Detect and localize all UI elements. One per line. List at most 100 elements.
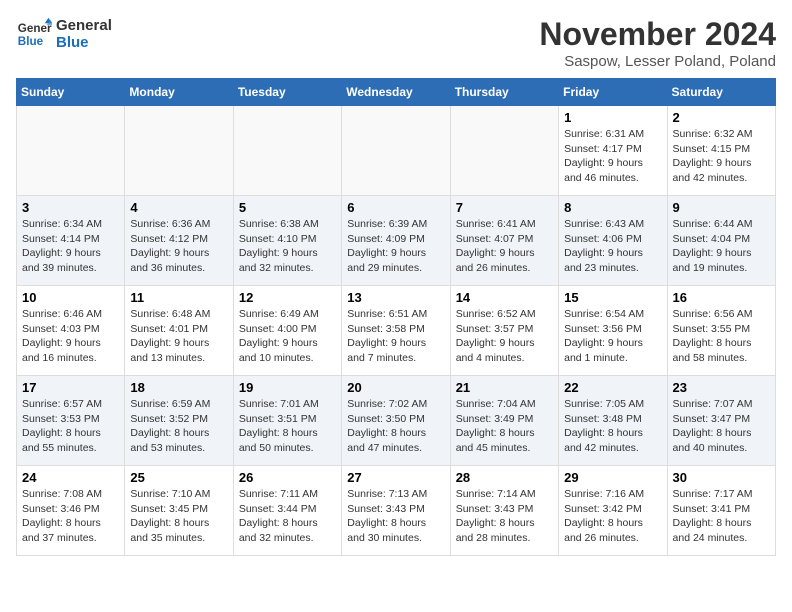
day-number: 25 [130, 470, 227, 485]
calendar-cell: 25 Sunrise: 7:10 AM Sunset: 3:45 PM Dayli… [125, 466, 233, 556]
calendar-cell: 10 Sunrise: 6:46 AM Sunset: 4:03 PM Dayli… [17, 286, 125, 376]
day-number: 2 [673, 110, 770, 125]
weekday-header-sunday: Sunday [17, 79, 125, 106]
weekday-header-thursday: Thursday [450, 79, 558, 106]
day-number: 29 [564, 470, 661, 485]
day-info: Sunrise: 7:16 AM Sunset: 3:42 PM Dayligh… [564, 487, 661, 546]
calendar-cell: 22 Sunrise: 7:05 AM Sunset: 3:48 PM Dayli… [559, 376, 667, 466]
day-number: 4 [130, 200, 227, 215]
calendar-cell: 20 Sunrise: 7:02 AM Sunset: 3:50 PM Dayli… [342, 376, 450, 466]
svg-text:Blue: Blue [18, 35, 44, 48]
day-info: Sunrise: 6:46 AM Sunset: 4:03 PM Dayligh… [22, 307, 119, 366]
day-info: Sunrise: 6:34 AM Sunset: 4:14 PM Dayligh… [22, 217, 119, 276]
logo-general: General [56, 17, 112, 34]
day-info: Sunrise: 6:56 AM Sunset: 3:55 PM Dayligh… [673, 307, 770, 366]
calendar-cell: 5Sunrise: 6:38 AM Sunset: 4:10 PM Daylig… [233, 196, 341, 286]
calendar-cell [342, 106, 450, 196]
calendar-cell: 14Sunrise: 6:52 AM Sunset: 3:57 PM Dayli… [450, 286, 558, 376]
calendar-cell: 26 Sunrise: 7:11 AM Sunset: 3:44 PM Dayli… [233, 466, 341, 556]
day-number: 26 [239, 470, 336, 485]
day-number: 17 [22, 380, 119, 395]
day-info: Sunrise: 7:13 AM Sunset: 3:43 PM Dayligh… [347, 487, 444, 546]
month-title: November 2024 [539, 16, 776, 53]
calendar-header-row: SundayMondayTuesdayWednesdayThursdayFrid… [17, 79, 776, 106]
day-info: Sunrise: 7:07 AM Sunset: 3:47 PM Dayligh… [673, 397, 770, 456]
week-row-5: 24 Sunrise: 7:08 AM Sunset: 3:46 PM Dayli… [17, 466, 776, 556]
day-number: 1 [564, 110, 661, 125]
day-number: 19 [239, 380, 336, 395]
calendar-cell: 28 Sunrise: 7:14 AM Sunset: 3:43 PM Dayli… [450, 466, 558, 556]
day-number: 16 [673, 290, 770, 305]
svg-text:General: General [18, 22, 52, 35]
day-number: 5 [239, 200, 336, 215]
day-number: 24 [22, 470, 119, 485]
calendar-cell: 24 Sunrise: 7:08 AM Sunset: 3:46 PM Dayli… [17, 466, 125, 556]
calendar-cell: 19Sunrise: 7:01 AM Sunset: 3:51 PM Dayli… [233, 376, 341, 466]
calendar-cell: 21Sunrise: 7:04 AM Sunset: 3:49 PM Dayli… [450, 376, 558, 466]
calendar-cell: 16 Sunrise: 6:56 AM Sunset: 3:55 PM Dayli… [667, 286, 775, 376]
calendar-cell: 30 Sunrise: 7:17 AM Sunset: 3:41 PM Dayli… [667, 466, 775, 556]
day-info: Sunrise: 7:14 AM Sunset: 3:43 PM Dayligh… [456, 487, 553, 546]
week-row-1: 1Sunrise: 6:31 AM Sunset: 4:17 PM Daylig… [17, 106, 776, 196]
day-number: 7 [456, 200, 553, 215]
day-number: 12 [239, 290, 336, 305]
calendar-cell: 2 Sunrise: 6:32 AM Sunset: 4:15 PM Daylig… [667, 106, 775, 196]
day-info: Sunrise: 6:48 AM Sunset: 4:01 PM Dayligh… [130, 307, 227, 366]
calendar-cell [17, 106, 125, 196]
calendar-cell: 12 Sunrise: 6:49 AM Sunset: 4:00 PM Dayli… [233, 286, 341, 376]
calendar-table: SundayMondayTuesdayWednesdayThursdayFrid… [16, 78, 776, 556]
day-number: 22 [564, 380, 661, 395]
weekday-header-tuesday: Tuesday [233, 79, 341, 106]
day-info: Sunrise: 7:11 AM Sunset: 3:44 PM Dayligh… [239, 487, 336, 546]
day-info: Sunrise: 6:32 AM Sunset: 4:15 PM Dayligh… [673, 127, 770, 186]
day-number: 6 [347, 200, 444, 215]
day-number: 8 [564, 200, 661, 215]
weekday-header-monday: Monday [125, 79, 233, 106]
calendar-cell: 27 Sunrise: 7:13 AM Sunset: 3:43 PM Dayli… [342, 466, 450, 556]
day-info: Sunrise: 6:41 AM Sunset: 4:07 PM Dayligh… [456, 217, 553, 276]
calendar-cell: 23 Sunrise: 7:07 AM Sunset: 3:47 PM Dayli… [667, 376, 775, 466]
day-number: 11 [130, 290, 227, 305]
day-info: Sunrise: 6:52 AM Sunset: 3:57 PM Dayligh… [456, 307, 553, 366]
location-title: Saspow, Lesser Poland, Poland [539, 53, 776, 70]
logo-blue: Blue [56, 34, 112, 51]
calendar-cell: 4Sunrise: 6:36 AM Sunset: 4:12 PM Daylig… [125, 196, 233, 286]
day-info: Sunrise: 7:17 AM Sunset: 3:41 PM Dayligh… [673, 487, 770, 546]
calendar-cell: 7 Sunrise: 6:41 AM Sunset: 4:07 PM Daylig… [450, 196, 558, 286]
weekday-header-saturday: Saturday [667, 79, 775, 106]
day-number: 13 [347, 290, 444, 305]
day-info: Sunrise: 7:04 AM Sunset: 3:49 PM Dayligh… [456, 397, 553, 456]
title-area: November 2024 Saspow, Lesser Poland, Pol… [539, 16, 776, 70]
day-number: 10 [22, 290, 119, 305]
calendar-cell [125, 106, 233, 196]
calendar-cell: 6Sunrise: 6:39 AM Sunset: 4:09 PM Daylig… [342, 196, 450, 286]
day-info: Sunrise: 6:49 AM Sunset: 4:00 PM Dayligh… [239, 307, 336, 366]
weekday-header-wednesday: Wednesday [342, 79, 450, 106]
day-number: 23 [673, 380, 770, 395]
logo-icon: General Blue [16, 16, 52, 52]
calendar-cell: 15 Sunrise: 6:54 AM Sunset: 3:56 PM Dayli… [559, 286, 667, 376]
day-info: Sunrise: 6:44 AM Sunset: 4:04 PM Dayligh… [673, 217, 770, 276]
day-info: Sunrise: 6:51 AM Sunset: 3:58 PM Dayligh… [347, 307, 444, 366]
day-info: Sunrise: 7:02 AM Sunset: 3:50 PM Dayligh… [347, 397, 444, 456]
week-row-3: 10 Sunrise: 6:46 AM Sunset: 4:03 PM Dayli… [17, 286, 776, 376]
calendar-cell: 18Sunrise: 6:59 AM Sunset: 3:52 PM Dayli… [125, 376, 233, 466]
day-number: 27 [347, 470, 444, 485]
calendar-cell: 3Sunrise: 6:34 AM Sunset: 4:14 PM Daylig… [17, 196, 125, 286]
calendar-cell: 29 Sunrise: 7:16 AM Sunset: 3:42 PM Dayli… [559, 466, 667, 556]
logo: General Blue General Blue [16, 16, 112, 52]
calendar-cell: 13 Sunrise: 6:51 AM Sunset: 3:58 PM Dayli… [342, 286, 450, 376]
day-number: 20 [347, 380, 444, 395]
day-number: 15 [564, 290, 661, 305]
day-number: 30 [673, 470, 770, 485]
calendar-cell: 11 Sunrise: 6:48 AM Sunset: 4:01 PM Dayli… [125, 286, 233, 376]
day-info: Sunrise: 7:10 AM Sunset: 3:45 PM Dayligh… [130, 487, 227, 546]
day-info: Sunrise: 6:57 AM Sunset: 3:53 PM Dayligh… [22, 397, 119, 456]
weekday-header-friday: Friday [559, 79, 667, 106]
day-info: Sunrise: 7:08 AM Sunset: 3:46 PM Dayligh… [22, 487, 119, 546]
day-number: 28 [456, 470, 553, 485]
calendar-cell [450, 106, 558, 196]
day-info: Sunrise: 7:05 AM Sunset: 3:48 PM Dayligh… [564, 397, 661, 456]
calendar-cell: 1Sunrise: 6:31 AM Sunset: 4:17 PM Daylig… [559, 106, 667, 196]
day-info: Sunrise: 6:54 AM Sunset: 3:56 PM Dayligh… [564, 307, 661, 366]
